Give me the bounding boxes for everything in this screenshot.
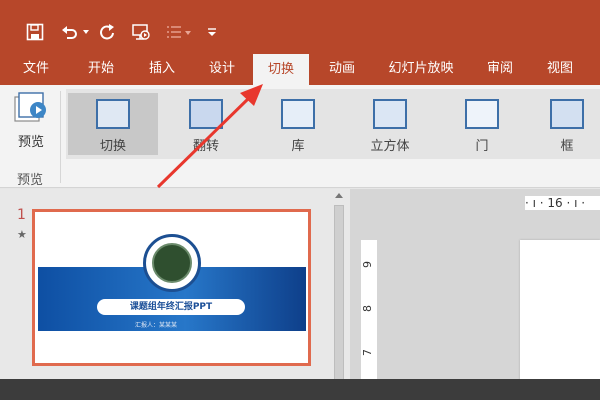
tab-slideshow[interactable]: 幻灯片放映 bbox=[377, 52, 465, 85]
preview-button-label: 预览 bbox=[17, 135, 44, 150]
list-icon[interactable] bbox=[166, 18, 192, 46]
preview-icon bbox=[13, 91, 51, 129]
tab-insert[interactable]: 插入 bbox=[136, 52, 188, 85]
transition-label: 立方体 bbox=[370, 139, 410, 154]
transition-none-icon bbox=[96, 99, 130, 129]
title-bar bbox=[0, 0, 600, 52]
tab-home[interactable]: 开始 bbox=[74, 52, 128, 85]
slide-title: 课题组年终汇报PPT bbox=[97, 299, 245, 315]
horizontal-ruler: · ı · 16 · ı · bbox=[525, 196, 600, 210]
tab-file[interactable]: 文件 bbox=[10, 52, 62, 85]
transition-cube-icon bbox=[373, 99, 407, 129]
vertical-ruler: 9 8 7 bbox=[361, 240, 377, 380]
undo-icon[interactable] bbox=[60, 18, 80, 46]
scroll-thumb[interactable] bbox=[334, 205, 344, 385]
ribbon: 预览 预览 切换 翻转 库 立方体 门 框 bbox=[0, 85, 600, 188]
animation-star-icon: ★ bbox=[17, 228, 27, 241]
transition-label: 库 bbox=[291, 139, 305, 154]
tab-view[interactable]: 视图 bbox=[534, 52, 586, 85]
tab-design[interactable]: 设计 bbox=[196, 52, 248, 85]
transition-label: 切换 bbox=[99, 139, 126, 154]
transition-gallery-icon bbox=[281, 99, 315, 129]
undo-dropdown-icon[interactable] bbox=[82, 18, 90, 46]
transition-label: 翻转 bbox=[192, 139, 219, 154]
customize-qat-icon[interactable] bbox=[207, 18, 217, 46]
app-window: 文件 开始 插入 设计 切换 动画 幻灯片放映 审阅 视图 预览 预览 切换 翻… bbox=[0, 0, 600, 400]
tab-transitions[interactable]: 切换 bbox=[253, 54, 309, 85]
scroll-up-arrow-icon[interactable] bbox=[335, 193, 343, 198]
transition-none[interactable]: 切换 bbox=[68, 93, 158, 155]
university-logo bbox=[143, 234, 201, 292]
transition-flip[interactable]: 翻转 bbox=[166, 93, 246, 155]
slide-number: 1 bbox=[17, 207, 26, 223]
redo-icon[interactable] bbox=[98, 18, 116, 46]
ruler-mark: 7 bbox=[361, 349, 374, 356]
tab-animations[interactable]: 动画 bbox=[316, 52, 368, 85]
group-separator bbox=[60, 91, 61, 183]
transition-box-icon bbox=[550, 99, 584, 129]
transition-label: 框 bbox=[560, 139, 574, 154]
preview-group: 预览 预览 bbox=[0, 85, 60, 188]
transition-label: 门 bbox=[475, 139, 489, 154]
transition-doors-icon bbox=[465, 99, 499, 129]
ruler-mark: 9 bbox=[361, 261, 374, 268]
ribbon-tabs: 文件 开始 插入 设计 切换 动画 幻灯片放映 审阅 视图 bbox=[0, 52, 600, 85]
slide-subtitle: 汇报人：某某某 bbox=[135, 322, 178, 329]
transition-box[interactable]: 框 bbox=[534, 93, 600, 155]
start-from-beginning-icon[interactable] bbox=[131, 18, 151, 46]
transition-flip-icon bbox=[189, 99, 223, 129]
preview-group-label: 预览 bbox=[16, 173, 43, 188]
transition-gallery-effect[interactable]: 库 bbox=[258, 93, 338, 155]
slide-canvas[interactable] bbox=[520, 240, 600, 380]
preview-button[interactable]: 预览 bbox=[4, 89, 58, 153]
thumbnail-scrollbar[interactable] bbox=[332, 189, 346, 385]
status-bar bbox=[0, 379, 600, 400]
ruler-mark: 8 bbox=[361, 305, 374, 312]
tab-review[interactable]: 审阅 bbox=[474, 52, 526, 85]
slide-thumbnail-1[interactable]: 课题组年终汇报PPT 汇报人：某某某 bbox=[32, 209, 311, 366]
transition-cube[interactable]: 立方体 bbox=[350, 93, 430, 155]
transition-doors[interactable]: 门 bbox=[442, 93, 522, 155]
logo-emblem bbox=[152, 243, 192, 283]
save-icon[interactable] bbox=[26, 18, 44, 46]
transition-gallery: 切换 翻转 库 立方体 门 框 bbox=[66, 89, 600, 159]
